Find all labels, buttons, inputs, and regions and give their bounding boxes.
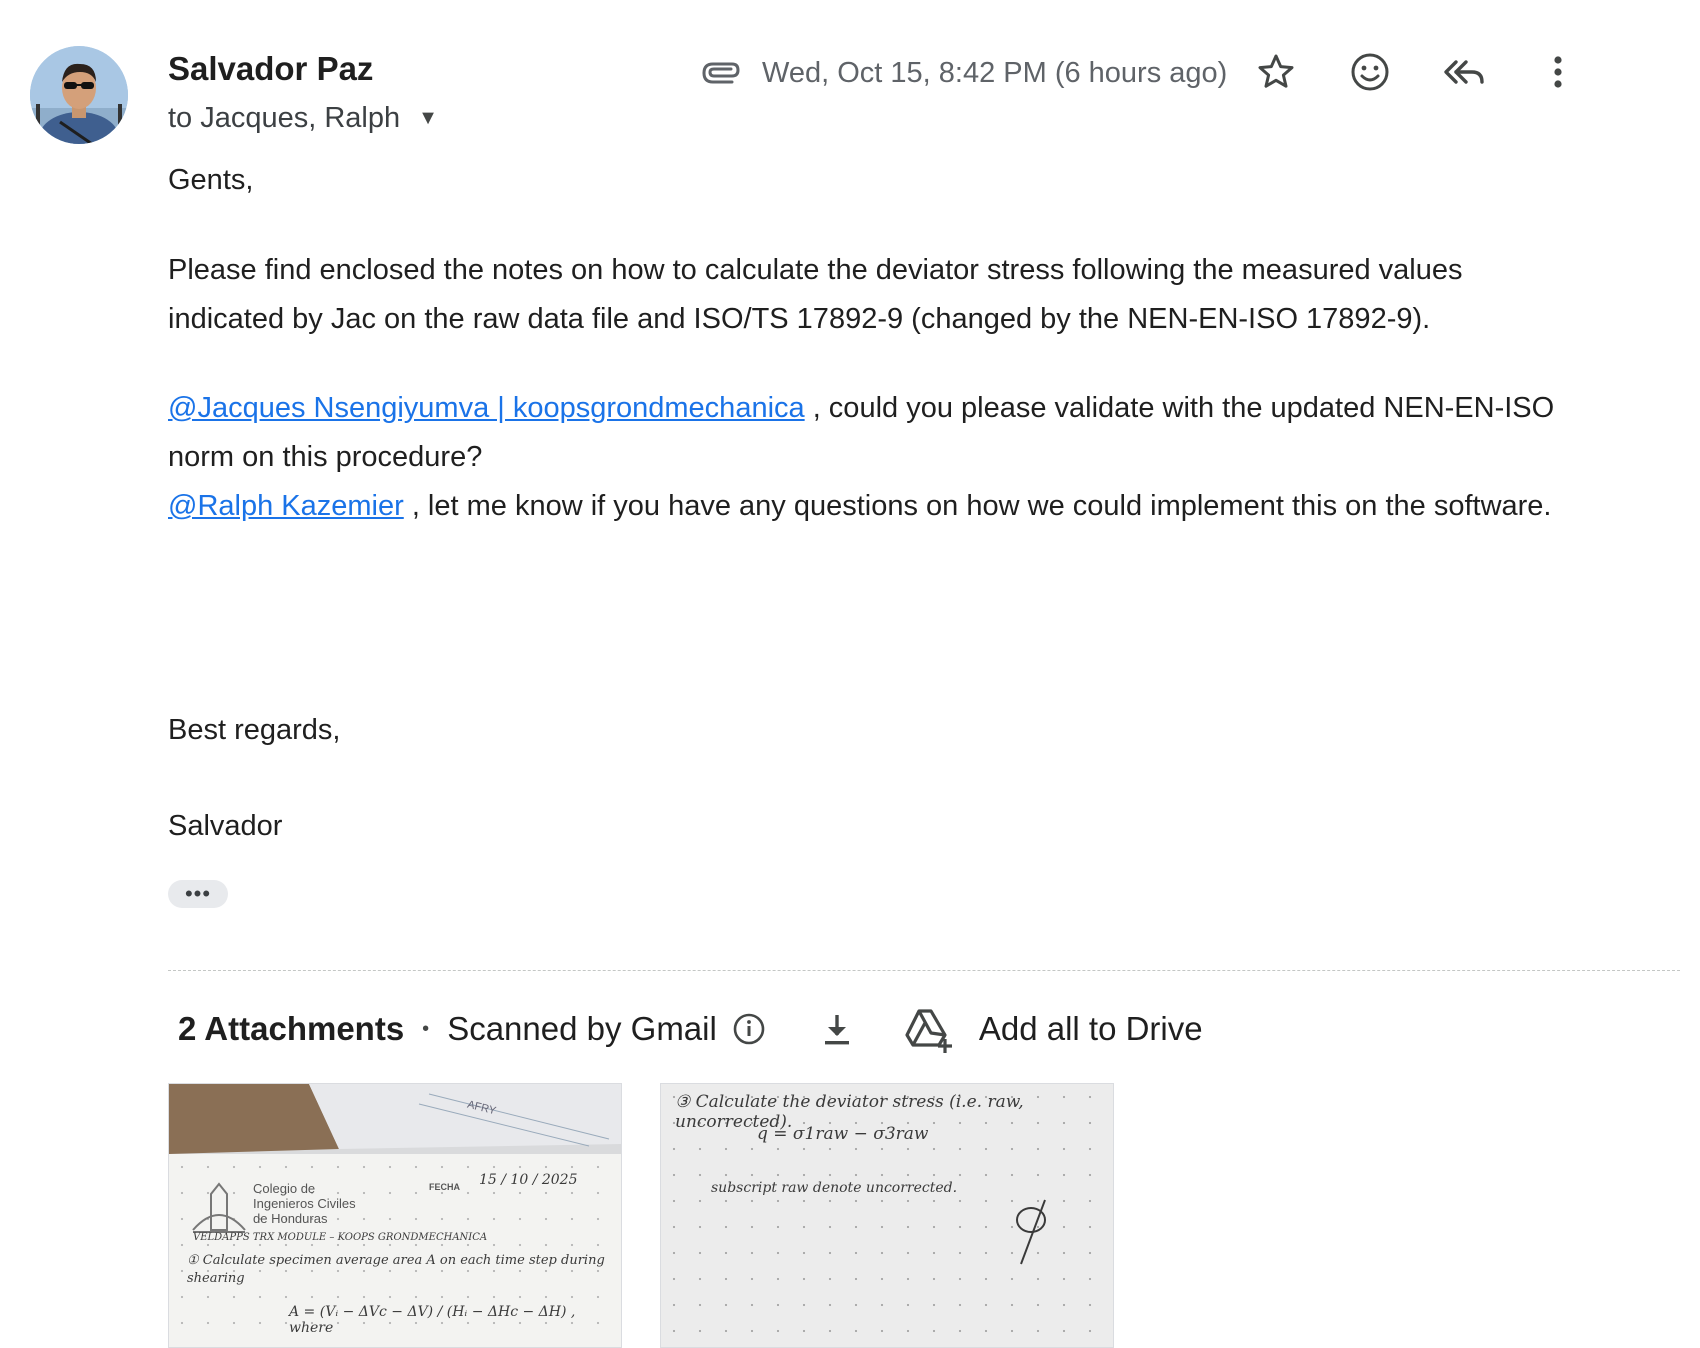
attachments-count: 2 Attachments <box>178 1010 405 1047</box>
fecha-label: FECHA <box>429 1182 460 1192</box>
show-trimmed-content-button[interactable]: ••• <box>168 880 228 908</box>
download-all-icon[interactable] <box>817 1009 857 1049</box>
separator-dot: • <box>422 1017 430 1040</box>
recipients-line[interactable]: to Jacques, Ralph ▼ <box>168 102 438 135</box>
attachment-thumbnail-1[interactable]: AFRY Colegio de Ingenieros Civiles de Ho… <box>168 1083 622 1348</box>
sender-avatar[interactable] <box>30 46 128 144</box>
email-signature: Salvador <box>168 810 283 842</box>
sender-name[interactable]: Salvador Paz <box>168 50 373 88</box>
recipients-names: Jacques, Ralph <box>200 102 401 134</box>
more-vert-icon[interactable] <box>1534 48 1582 96</box>
email-paragraph-1: Please find enclosed the notes on how to… <box>168 254 1463 335</box>
handwritten-step-1: ① Calculate specimen average area A on e… <box>187 1253 605 1286</box>
paragraph-3-text: , let me know if you have any questions … <box>403 490 1552 522</box>
handwritten-note: subscript raw denote uncorrected. <box>711 1180 958 1196</box>
star-icon[interactable] <box>1252 48 1300 96</box>
avatar-photo <box>30 46 128 144</box>
email-greeting: Gents, <box>168 164 254 196</box>
org-name-line3: de Honduras <box>253 1211 328 1226</box>
email-closing: Best regards, <box>168 714 341 746</box>
mention-link-jacques[interactable]: @Jacques Nsengiyumva | koopsgrondmechani… <box>168 392 805 424</box>
papers-background <box>169 1084 621 1154</box>
handwritten-formula-2: q = σ1raw − σ3raw <box>757 1124 929 1144</box>
college-logo-icon <box>192 1182 246 1233</box>
email-paragraph-3: @Ralph Kazemier , let me know if you hav… <box>168 482 1568 531</box>
email-paragraph-2: @Jacques Nsengiyumva | koopsgrondmechani… <box>168 384 1588 482</box>
message-date: Wed, Oct 15, 8:42 PM (6 hours ago) <box>762 56 1228 89</box>
org-name-line1: Colegio de <box>253 1181 316 1196</box>
attachments-divider <box>168 970 1680 971</box>
scanned-label: Scanned by Gmail <box>447 1010 717 1047</box>
attachment-thumbnail-2[interactable]: ③ Calculate the deviator stress (i.e. ra… <box>660 1083 1114 1348</box>
handwritten-heading: VELDAPPS TRX MODULE – KOOPS GRONDMECHANI… <box>193 1232 488 1243</box>
reply-all-icon[interactable] <box>1440 48 1488 96</box>
message-meta: Wed, Oct 15, 8:42 PM (6 hours ago) <box>698 48 1227 98</box>
org-name-line2: Ingenieros Civiles <box>253 1196 356 1211</box>
mention-link-ralph[interactable]: @Ralph Kazemier <box>168 490 404 522</box>
emoji-icon[interactable] <box>1346 48 1394 96</box>
add-all-to-drive-button[interactable]: Add all to Drive <box>979 1010 1203 1048</box>
handwritten-mark-icon <box>1016 1199 1046 1265</box>
attachments-bar: 2 Attachments • Scanned by Gmail Add all… <box>178 1003 1203 1055</box>
handwritten-formula-1: A = (Vᵢ − ΔVc − ΔV) / (Hᵢ − ΔHc − ΔH) , … <box>289 1304 576 1336</box>
handwritten-date: 15 / 10 / 2025 <box>479 1172 578 1188</box>
details-dropdown-icon[interactable]: ▼ <box>418 107 438 130</box>
add-to-drive-icon[interactable] <box>901 1005 957 1053</box>
recipients-prefix: to <box>168 102 193 134</box>
info-icon[interactable] <box>731 1011 767 1047</box>
attachment-clip-icon <box>702 62 740 84</box>
